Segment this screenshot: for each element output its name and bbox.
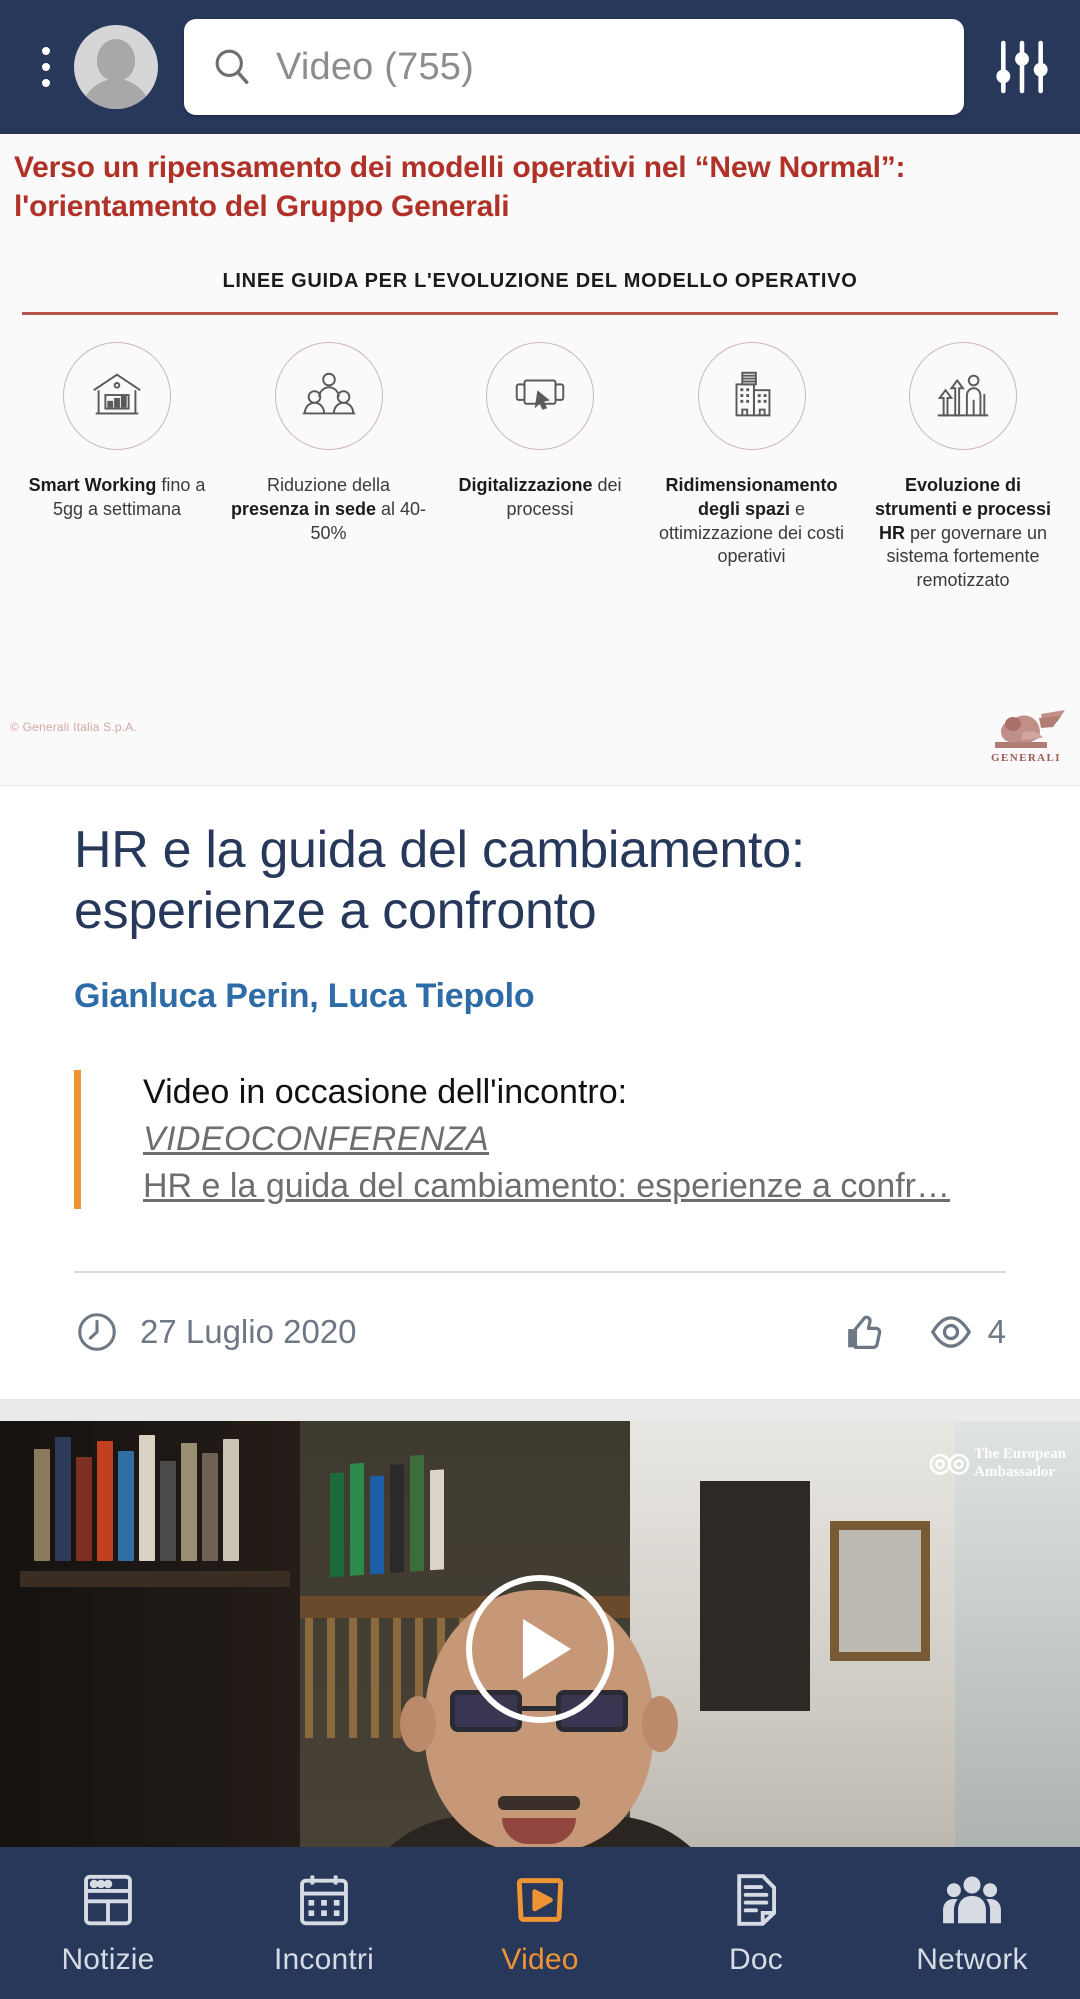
shelf-board: [20, 1571, 290, 1588]
watermark-mark-icon: ◎◎: [928, 1448, 970, 1478]
pillar-item: Digitalizzazione dei processi: [441, 342, 639, 593]
avatar-head: [97, 39, 135, 81]
meta-stats-group: 4: [842, 1309, 1006, 1355]
pillar-caption-bold: presenza in sede: [230, 498, 377, 519]
shelf-books-angled: [330, 1445, 510, 1578]
watermark-text: The European Ambassador: [974, 1445, 1066, 1481]
nav-label: Doc: [729, 1943, 783, 1976]
pillar-caption: Riduzione della presenza in sede al 40-5…: [230, 474, 428, 545]
search-icon: [215, 49, 249, 84]
nav-item-video[interactable]: Video: [432, 1869, 648, 1977]
slide-copyright: © Generali Italia S.p.A.: [10, 720, 138, 734]
winged-lion-icon: [995, 710, 1065, 748]
digital-screen-icon: [486, 342, 594, 450]
nav-label: Incontri: [274, 1943, 374, 1976]
slide-pillars: Smart Working fino a 5gg a settimana Rid…: [18, 342, 1062, 593]
people-distance-icon: [274, 342, 383, 450]
video-slide-preview[interactable]: Verso un ripensamento dei modelli operat…: [0, 134, 1080, 786]
home-office-icon: [63, 342, 171, 450]
like-button[interactable]: [842, 1309, 888, 1355]
video-watermark: ◎◎ The European Ambassador: [929, 1445, 1066, 1481]
clock-icon: [78, 1313, 116, 1352]
nav-item-incontri[interactable]: Incontri: [216, 1869, 432, 1977]
pillar-caption: Smart Working fino a 5gg a settimana: [18, 474, 216, 522]
pillar-caption-pre: Riduzione della: [266, 475, 391, 495]
pillar-caption: Digitalizzazione dei processi: [441, 474, 639, 522]
watermark-line-2: Ambassador: [974, 1464, 1056, 1481]
video-article: HR e la guida del cambiamento: esperienz…: [0, 786, 1080, 1400]
document-icon: [737, 1874, 777, 1926]
slide-subtitle: LINEE GUIDA PER L'EVOLUZIONE DEL MODELLO…: [222, 270, 858, 292]
news-window-icon: [84, 1874, 132, 1926]
content-scroll-area[interactable]: Verso un ripensamento dei modelli operat…: [0, 134, 1080, 1877]
app-header: Video (755): [0, 0, 1080, 134]
video-play-icon: [516, 1878, 564, 1922]
section-gap: [0, 1399, 1080, 1422]
search-placeholder-text: Video (755): [276, 45, 474, 88]
play-button-icon[interactable]: [466, 1574, 614, 1723]
generali-logo-text: GENERALI: [991, 752, 1061, 764]
growth-person-icon: [909, 342, 1017, 450]
nav-item-network[interactable]: Network: [864, 1869, 1080, 1977]
pillar-caption: Ridimensionamento degli spazi e ottimizz…: [653, 474, 851, 569]
videoconferenza-link[interactable]: VIDEOCONFERENZA: [143, 1116, 1006, 1163]
buildings-icon: [697, 342, 806, 450]
article-meta: 27 Luglio 2020 4: [74, 1273, 1006, 1399]
picture-frame: [830, 1521, 930, 1662]
pillar-caption-bold: Smart Working: [28, 475, 157, 495]
generali-logo: GENERALI: [978, 700, 1074, 764]
pillar-caption-bold: Ridimensionamento degli spazi: [665, 475, 838, 519]
books-row-bottom: [34, 1591, 274, 1701]
pillar-caption: Evoluzione di strumenti e processi HR pe…: [864, 474, 1062, 593]
next-video-thumbnail[interactable]: ◎◎ The European Ambassador: [0, 1421, 1080, 1877]
nav-item-notizie[interactable]: Notizie: [0, 1869, 216, 1977]
page-title: HR e la guida del cambiamento: esperienz…: [74, 821, 805, 941]
pillar-caption-rest: per governare un sistema fortemente remo…: [886, 522, 1048, 591]
thumbs-up-icon: [847, 1316, 881, 1350]
eye-icon: [930, 1316, 971, 1349]
glass-partition: [955, 1421, 1080, 1877]
speaker-moustache: [498, 1796, 580, 1811]
avatar-body: [81, 79, 151, 109]
kebab-menu-icon[interactable]: [26, 32, 66, 102]
article-quote: Video in occasione dell'incontro: VIDEOC…: [74, 1069, 1006, 1210]
meta-date-group: 27 Luglio 2020: [74, 1309, 357, 1355]
pillar-item: Ridimensionamento degli spazi e ottimizz…: [653, 342, 851, 593]
nav-label: Notizie: [61, 1943, 155, 1976]
user-avatar[interactable]: [74, 25, 158, 109]
books-row-top: [34, 1431, 274, 1562]
slide-divider: [22, 312, 1058, 315]
watermark-line-1: The European: [974, 1446, 1066, 1463]
calendar-icon: [300, 1875, 348, 1926]
search-input[interactable]: Video (755): [184, 19, 964, 115]
related-event-link[interactable]: HR e la guida del cambiamento: esperienz…: [143, 1163, 1006, 1210]
nav-label: Video: [501, 1943, 579, 1976]
play-triangle: [523, 1618, 571, 1679]
nav-item-doc[interactable]: Doc: [648, 1869, 864, 1977]
pillar-caption-bold: Digitalizzazione: [458, 475, 593, 495]
pillar-item: Smart Working fino a 5gg a settimana: [18, 342, 216, 593]
views-count: 4: [987, 1313, 1006, 1351]
pillar-item: Evoluzione di strumenti e processi HR pe…: [864, 342, 1062, 593]
views-stat[interactable]: 4: [928, 1309, 1006, 1355]
slide-title: Verso un ripensamento dei modelli operat…: [14, 151, 906, 223]
publish-date: 27 Luglio 2020: [140, 1313, 357, 1351]
nav-label: Network: [916, 1943, 1028, 1976]
filter-sliders-icon[interactable]: [990, 35, 1054, 99]
bottom-navigation: Notizie Incontri Video Doc Network: [0, 1847, 1080, 1999]
article-authors[interactable]: Gianluca Perin, Luca Tiepolo: [74, 977, 1006, 1016]
pillar-item: Riduzione della presenza in sede al 40-5…: [230, 342, 428, 593]
quote-lead-text: Video in occasione dell'incontro:: [143, 1072, 628, 1111]
people-network-icon: [943, 1876, 1001, 1924]
